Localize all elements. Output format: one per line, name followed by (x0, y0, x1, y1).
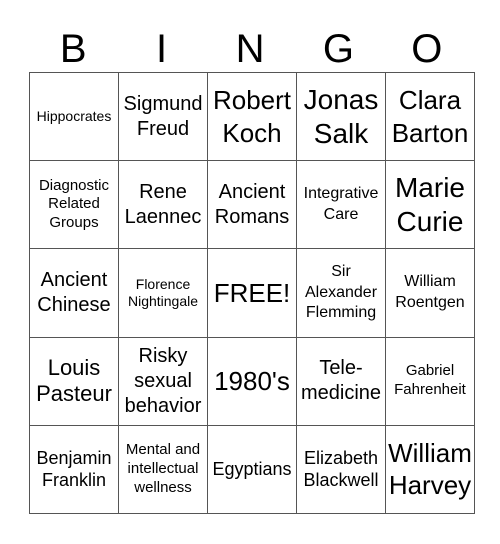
grid-row: Ancient Chinese Florence Nightingale FRE… (29, 248, 475, 338)
bingo-cell[interactable]: Louis Pasteur (29, 336, 119, 426)
bingo-cell[interactable]: Benjamin Franklin (29, 424, 119, 515)
grid-row: Hippocrates Sigmund Freud Robert Koch Jo… (29, 71, 475, 162)
header-letter-i: I (156, 27, 168, 71)
bingo-header: B I N G O (29, 26, 471, 72)
bingo-cell[interactable]: Diagnostic Related Groups (29, 160, 119, 250)
bingo-cell[interactable]: Integrative Care (296, 160, 386, 250)
bingo-cell[interactable]: Rene Laennec (118, 160, 208, 250)
bingo-cell[interactable]: Gabriel Fahrenheit (385, 336, 475, 426)
free-space-cell[interactable]: FREE! (207, 248, 297, 338)
header-letter-b: B (59, 27, 87, 71)
bingo-cell[interactable]: Florence Nightingale (118, 248, 208, 338)
grid-row: Benjamin Franklin Mental and intellectua… (29, 424, 475, 515)
bingo-cell[interactable]: Hippocrates (29, 71, 119, 162)
bingo-cell[interactable]: Ancient Chinese (29, 248, 119, 338)
bingo-cell[interactable]: Mental and intellectual wellness (118, 424, 208, 515)
bingo-cell[interactable]: Clara Barton (385, 71, 475, 162)
bingo-cell[interactable]: Jonas Salk (296, 71, 386, 162)
bingo-grid: Hippocrates Sigmund Freud Robert Koch Jo… (29, 71, 475, 515)
bingo-cell[interactable]: Tele-medicine (296, 336, 386, 426)
header-letter-o: O (411, 27, 443, 71)
bingo-cell[interactable]: William Harvey (385, 424, 475, 515)
bingo-cell[interactable]: Sir Alexander Flemming (296, 248, 386, 338)
bingo-cell[interactable]: Elizabeth Blackwell (296, 424, 386, 515)
bingo-cell[interactable]: Robert Koch (207, 71, 297, 162)
bingo-cell[interactable]: Sigmund Freud (118, 71, 208, 162)
header-letter-n: N (235, 27, 265, 71)
grid-row: Diagnostic Related Groups Rene Laennec A… (29, 160, 475, 250)
bingo-cell[interactable]: William Roentgen (385, 248, 475, 338)
bingo-cell[interactable]: Ancient Romans (207, 160, 297, 250)
bingo-cell[interactable]: Risky sexual behavior (118, 336, 208, 426)
header-letter-g: G (322, 27, 354, 71)
grid-row: Louis Pasteur Risky sexual behavior 1980… (29, 336, 475, 426)
bingo-cell[interactable]: 1980's (207, 336, 297, 426)
bingo-cell[interactable]: Egyptians (207, 424, 297, 515)
bingo-cell[interactable]: Marie Curie (385, 160, 475, 250)
